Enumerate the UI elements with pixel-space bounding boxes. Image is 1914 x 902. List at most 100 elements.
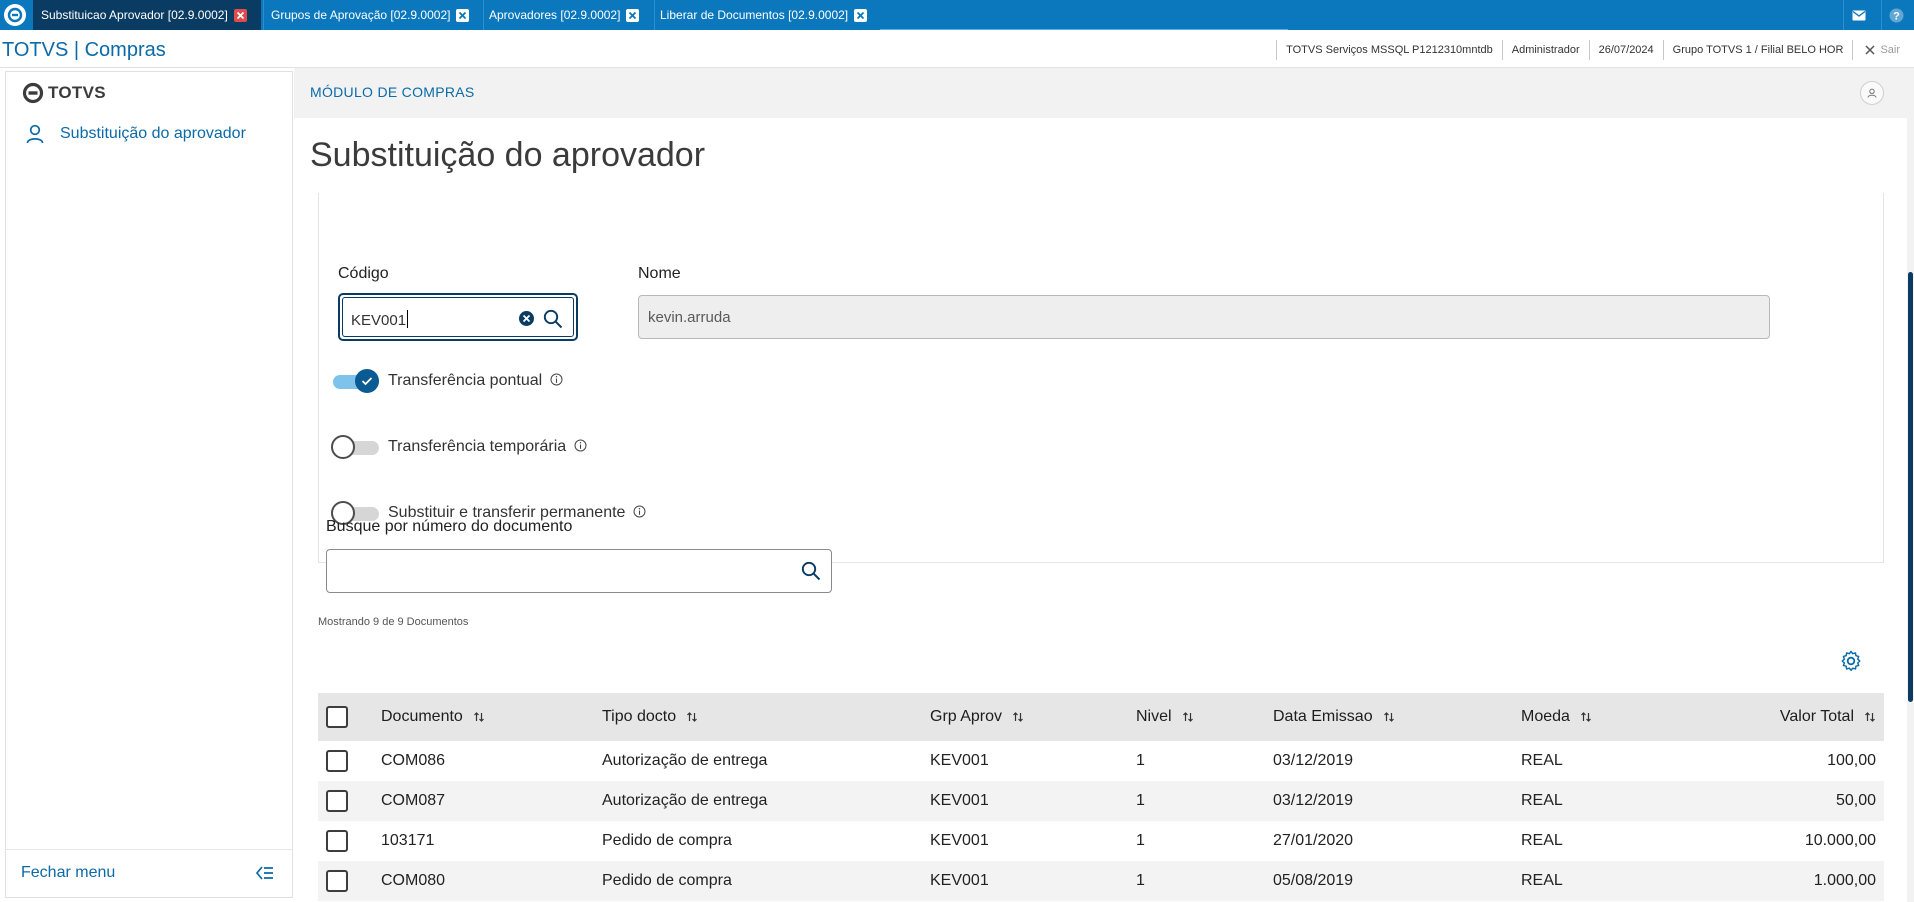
documents-table: Documento Tipo docto Grp Aprov Nivel Dat… — [318, 693, 1884, 901]
cell-data-emissao: 03/12/2019 — [1273, 752, 1354, 769]
close-menu-button[interactable]: Fechar menu — [21, 864, 115, 882]
help-icon[interactable]: ? — [1881, 0, 1911, 30]
cell-data-emissao: 03/12/2019 — [1273, 792, 1354, 809]
toggle-transferencia-pontual[interactable]: Transferência pontual — [331, 368, 563, 394]
toggle-transferencia-temporaria[interactable]: Transferência temporária — [331, 434, 587, 460]
sort-icon[interactable] — [1580, 711, 1592, 723]
name-value: kevin.arruda — [648, 309, 731, 326]
code-value: KEV001 — [351, 312, 407, 329]
cell-moeda: REAL — [1521, 832, 1563, 849]
column-header-moeda[interactable]: Moeda — [1521, 693, 1592, 741]
approver-form: Código KEV001 Nome kevin.arruda Transfer… — [318, 193, 1884, 563]
table-row[interactable]: 103171 Pedido de compra KEV001 1 27/01/2… — [318, 821, 1884, 861]
sort-icon[interactable] — [1012, 711, 1024, 723]
toggle-label: Transferência temporária — [388, 438, 567, 455]
totvs-logo-icon[interactable] — [4, 4, 26, 26]
info-icon[interactable] — [550, 373, 563, 391]
search-icon[interactable] — [801, 561, 821, 586]
cell-documento: 103171 — [381, 832, 435, 849]
exit-button[interactable]: Sair — [1852, 40, 1914, 60]
row-checkbox[interactable] — [326, 781, 348, 821]
exit-label: Sair — [1880, 44, 1900, 56]
tab-aprovadores[interactable]: Aprovadores [02.9.0002] — [483, 0, 653, 30]
user-info: Administrador — [1501, 40, 1589, 60]
server-info: TOTVS Serviços MSSQL P1212310mntdb — [1276, 40, 1502, 60]
select-all-checkbox[interactable] — [326, 693, 348, 741]
mail-icon[interactable] — [1843, 0, 1873, 30]
vertical-scrollbar[interactable] — [1907, 70, 1914, 902]
page-title: Substituição do aprovador — [310, 136, 706, 174]
tab-substituicao-aprovador[interactable]: Substituicao Aprovador [02.9.0002] — [33, 0, 261, 30]
gear-icon[interactable] — [1840, 650, 1862, 677]
info-icon[interactable] — [574, 439, 587, 457]
sidebar: TOTVS Substituição do aprovador Fechar m… — [5, 71, 293, 898]
code-field[interactable]: KEV001 — [338, 293, 578, 341]
cell-valor-total: 50,00 — [1835, 792, 1876, 809]
module-title: MÓDULO DE COMPRAS — [310, 84, 475, 100]
cell-nivel: 1 — [1136, 832, 1145, 849]
row-checkbox[interactable] — [326, 821, 348, 861]
sort-icon[interactable] — [686, 711, 698, 723]
table-row[interactable]: COM080 Pedido de compra KEV001 1 05/08/2… — [318, 861, 1884, 901]
module-header: MÓDULO DE COMPRAS — [294, 68, 1914, 118]
switch[interactable] — [331, 434, 381, 460]
tab-liberar-documentos[interactable]: Liberar de Documentos [02.9.0002] — [654, 0, 884, 30]
table-row[interactable]: COM087 Autorização de entrega KEV001 1 0… — [318, 781, 1884, 821]
code-input[interactable]: KEV001 — [351, 310, 409, 329]
row-checkbox[interactable] — [326, 861, 348, 901]
avatar[interactable] — [1860, 81, 1884, 105]
column-header-grp-aprov[interactable]: Grp Aprov — [930, 693, 1024, 741]
search-icon[interactable] — [543, 309, 563, 334]
column-label: Moeda — [1521, 708, 1570, 725]
cell-documento: COM086 — [381, 752, 446, 769]
close-icon[interactable] — [854, 8, 868, 22]
switch[interactable] — [331, 368, 381, 394]
app-title: TOTVS | Compras — [2, 39, 166, 61]
scrollbar-thumb[interactable] — [1908, 272, 1913, 702]
close-icon[interactable] — [456, 8, 470, 22]
sort-icon[interactable] — [1864, 711, 1876, 723]
main-content: MÓDULO DE COMPRAS Substituição do aprova… — [294, 68, 1914, 902]
cell-grp-aprov: KEV001 — [930, 872, 989, 889]
toggle-label: Transferência pontual — [388, 372, 543, 389]
cell-nivel: 1 — [1136, 792, 1145, 809]
tab-label: Aprovadores [02.9.0002] — [489, 8, 621, 22]
cell-documento: COM080 — [381, 872, 446, 889]
sidebar-item-substituicao[interactable]: Substituição do aprovador — [26, 124, 246, 144]
tab-label: Substituicao Aprovador [02.9.0002] — [41, 8, 228, 22]
column-label: Documento — [381, 708, 463, 725]
row-checkbox[interactable] — [326, 741, 348, 781]
sort-icon[interactable] — [1383, 711, 1395, 723]
date-info: 26/07/2024 — [1588, 40, 1663, 60]
cell-grp-aprov: KEV001 — [930, 832, 989, 849]
cell-grp-aprov: KEV001 — [930, 792, 989, 809]
cell-documento: COM087 — [381, 792, 446, 809]
close-icon[interactable] — [233, 8, 247, 22]
sort-icon[interactable] — [473, 711, 485, 723]
cell-tipo-docto: Autorização de entrega — [602, 752, 768, 769]
column-label: Nivel — [1136, 708, 1172, 725]
column-label: Tipo docto — [602, 708, 677, 725]
tab-bar: Substituicao Aprovador [02.9.0002] Grupo… — [0, 0, 1914, 30]
column-header-valor-total[interactable]: Valor Total — [1780, 693, 1876, 741]
column-header-tipo-docto[interactable]: Tipo docto — [602, 693, 698, 741]
tab-grupos-aprovacao[interactable]: Grupos de Aprovação [02.9.0002] — [263, 0, 482, 30]
close-icon[interactable] — [626, 8, 640, 22]
sort-icon[interactable] — [1182, 711, 1194, 723]
cell-tipo-docto: Pedido de compra — [602, 832, 732, 849]
branch-info: Grupo TOTVS 1 / Filial BELO HOR — [1662, 40, 1853, 60]
collapse-menu-icon[interactable] — [255, 866, 274, 885]
cell-tipo-docto: Autorização de entrega — [602, 792, 768, 809]
document-search-input[interactable] — [326, 549, 832, 593]
column-label: Grp Aprov — [930, 708, 1003, 725]
column-header-documento[interactable]: Documento — [381, 693, 485, 741]
cell-moeda: REAL — [1521, 792, 1563, 809]
column-header-nivel[interactable]: Nivel — [1136, 693, 1194, 741]
svg-text:?: ? — [1893, 10, 1900, 22]
column-header-data-emissao[interactable]: Data Emissao — [1273, 693, 1395, 741]
user-icon — [1867, 88, 1877, 98]
clear-icon[interactable] — [518, 310, 535, 332]
table-row[interactable]: COM086 Autorização de entrega KEV001 1 0… — [318, 741, 1884, 781]
info-icon[interactable] — [633, 505, 646, 523]
cell-valor-total: 10.000,00 — [1804, 832, 1876, 849]
